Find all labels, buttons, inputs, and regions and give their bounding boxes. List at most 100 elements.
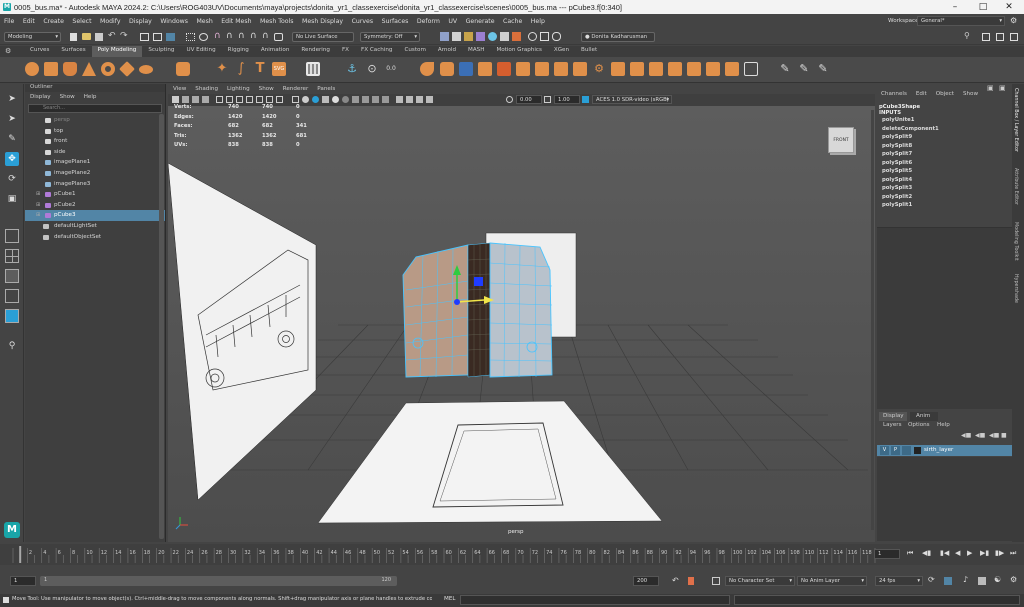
minimize-button[interactable]: – bbox=[940, 0, 970, 14]
layer-row[interactable]: V P sirth_layer bbox=[877, 445, 1012, 456]
viewport-menu-shading[interactable]: Shading bbox=[195, 85, 218, 94]
shelf-tab-uv-editing[interactable]: UV Editing bbox=[180, 46, 221, 57]
camera-select-icon[interactable] bbox=[172, 96, 179, 103]
fill-hole-icon[interactable] bbox=[554, 62, 568, 76]
shelf-tab-fx[interactable]: FX bbox=[336, 46, 355, 57]
time-slider[interactable]: 2 4 6 8 10 12 14 16 18 20 22 24 26 28 30 32 34 36 38 40 42 44… bbox=[0, 544, 1024, 565]
symmetry-dropdown[interactable]: Symmetry: Off ▾ bbox=[360, 32, 420, 42]
shelf-tab-curves[interactable]: Curves bbox=[24, 46, 55, 57]
render-view-icon[interactable] bbox=[452, 32, 461, 41]
input-node-polysplit8[interactable]: polySplit8 bbox=[877, 142, 1012, 151]
shelf-tab-rigging[interactable]: Rigging bbox=[222, 46, 255, 57]
input-node-polysplit5[interactable]: polySplit5 bbox=[877, 167, 1012, 176]
shelf-tab-animation[interactable]: Animation bbox=[255, 46, 296, 57]
viewport-3d[interactable]: FRONT persp bbox=[168, 85, 875, 542]
arnold-light-icon[interactable] bbox=[540, 32, 549, 41]
channel-box-menu-show[interactable]: Show bbox=[963, 91, 978, 97]
transfer-attr-icon[interactable]: ⚓ bbox=[345, 62, 359, 76]
layer-color-swatch[interactable] bbox=[914, 447, 921, 454]
exposure-icon[interactable] bbox=[506, 96, 513, 103]
panel3-icon[interactable] bbox=[1010, 33, 1018, 41]
arnold-render-icon[interactable] bbox=[500, 32, 509, 41]
magnet2-icon[interactable]: ∩ bbox=[226, 31, 233, 41]
viewcube[interactable]: FRONT bbox=[828, 127, 854, 153]
shelf-tab-poly-modeling[interactable]: Poly Modeling bbox=[91, 46, 143, 57]
wireframe-icon[interactable] bbox=[292, 96, 299, 103]
shelf-tab-fx-caching[interactable]: FX Caching bbox=[355, 46, 398, 57]
viewport-menu-view[interactable]: View bbox=[173, 85, 186, 94]
outliner-item-defaultlightset[interactable]: defaultLightSet bbox=[25, 221, 165, 232]
close-button[interactable]: ✕ bbox=[994, 0, 1024, 14]
side-tab-attribute-editor[interactable]: Attribute Editor bbox=[1013, 168, 1018, 205]
new-layer-icon[interactable]: ◀■ bbox=[989, 432, 999, 439]
outliner-item-persp[interactable]: persp bbox=[25, 115, 165, 126]
camera-attr-icon[interactable] bbox=[182, 96, 189, 103]
current-frame-field[interactable]: 1 bbox=[874, 549, 900, 559]
menu-generate[interactable]: Generate bbox=[466, 18, 495, 25]
fps-dropdown[interactable]: 24 fps ▾ bbox=[875, 576, 923, 586]
layer-menu-help[interactable]: Help bbox=[937, 422, 950, 428]
smooth-icon[interactable]: 0.0 bbox=[384, 62, 398, 76]
go-to-start-icon[interactable]: ⏮ bbox=[907, 549, 913, 558]
channel-box-icon[interactable]: ▣ bbox=[987, 84, 994, 92]
hypershade-icon[interactable] bbox=[488, 32, 497, 41]
viewport-menu-lighting[interactable]: Lighting bbox=[227, 85, 250, 94]
persp-outliner-layout-icon[interactable] bbox=[5, 269, 19, 283]
gamma-icon[interactable] bbox=[544, 96, 551, 103]
shelf-tab-custom[interactable]: Custom bbox=[398, 46, 431, 57]
outliner-scrollbar[interactable] bbox=[159, 114, 164, 539]
expand-toggle-icon[interactable]: ⊞ bbox=[36, 210, 40, 221]
search-icon[interactable]: ⚲ bbox=[964, 31, 970, 40]
mesh-grid-icon[interactable] bbox=[306, 62, 320, 76]
undo-icon[interactable]: ↶ bbox=[108, 31, 116, 41]
extrude-icon[interactable] bbox=[459, 62, 473, 76]
multi-cut-icon[interactable]: ⚙ bbox=[592, 62, 606, 76]
outliner-item-imageplane3[interactable]: imagePlane3 bbox=[25, 179, 165, 190]
input-node-polysplit7[interactable]: polySplit7 bbox=[877, 150, 1012, 159]
sweep-mesh-icon[interactable]: ✦ bbox=[215, 62, 229, 76]
menu-create[interactable]: Create bbox=[43, 18, 64, 25]
save-scene-icon[interactable] bbox=[95, 33, 103, 41]
max-time-field[interactable]: 200 bbox=[633, 576, 659, 586]
step-back-frame-icon[interactable]: ▮◀ bbox=[940, 549, 949, 557]
poly-torus-icon[interactable] bbox=[101, 62, 115, 76]
magnet-icon[interactable]: ∩ bbox=[214, 31, 221, 41]
outliner-item-side[interactable]: side bbox=[25, 147, 165, 158]
input-node-polysplit4[interactable]: polySplit4 bbox=[877, 176, 1012, 185]
input-node-polysplit9[interactable]: polySplit9 bbox=[877, 133, 1012, 142]
new-layer-selected-icon[interactable]: ■ bbox=[1001, 432, 1007, 439]
safe-title-icon[interactable] bbox=[276, 96, 283, 103]
menu-surfaces[interactable]: Surfaces bbox=[382, 18, 409, 25]
channel-box-menu-edit[interactable]: Edit bbox=[916, 91, 927, 97]
workspace-dropdown[interactable]: General* ▾ bbox=[917, 16, 1005, 26]
motion-blur-icon[interactable] bbox=[362, 96, 369, 103]
command-line-input[interactable] bbox=[460, 595, 730, 605]
film-gate-icon[interactable] bbox=[226, 96, 233, 103]
cache-icon[interactable] bbox=[944, 577, 952, 585]
layer-tab-display[interactable]: Display bbox=[879, 412, 907, 421]
outliner-item-front[interactable]: front bbox=[25, 136, 165, 147]
poly-cone-icon[interactable] bbox=[82, 62, 96, 76]
rotate-tool-icon[interactable]: ⟳ bbox=[5, 172, 19, 186]
separate-icon[interactable] bbox=[535, 62, 549, 76]
expand-toggle-icon[interactable]: ⊞ bbox=[36, 189, 40, 200]
lasso-tool-icon[interactable]: ➤ bbox=[5, 112, 19, 126]
move-tool-icon[interactable]: ✥ bbox=[5, 152, 19, 166]
settings-gear-icon[interactable]: ⚙ bbox=[1010, 16, 1017, 25]
safe-action-icon[interactable] bbox=[266, 96, 273, 103]
timeline-current-frame-marker[interactable] bbox=[19, 546, 22, 563]
select-tool-icon[interactable]: ➤ bbox=[5, 92, 19, 106]
panel-icon[interactable] bbox=[982, 33, 990, 41]
outliner-menu-display[interactable]: Display bbox=[30, 94, 51, 100]
layer-playback-toggle[interactable]: P bbox=[891, 446, 900, 455]
outliner-item-defaultobjectset[interactable]: defaultObjectSet bbox=[25, 232, 165, 243]
range-slider[interactable]: 1 120 bbox=[40, 576, 397, 586]
expand-toggle-icon[interactable]: ⊞ bbox=[36, 200, 40, 211]
xray-components-icon[interactable] bbox=[426, 96, 433, 103]
quad-draw-icon[interactable] bbox=[649, 62, 663, 76]
magnify-icon[interactable]: ⚲ bbox=[5, 339, 19, 353]
outliner-item-top[interactable]: top bbox=[25, 126, 165, 137]
xray-icon[interactable] bbox=[406, 96, 413, 103]
arnold-icon[interactable] bbox=[528, 32, 537, 41]
menu-mesh-tools[interactable]: Mesh Tools bbox=[260, 18, 294, 25]
